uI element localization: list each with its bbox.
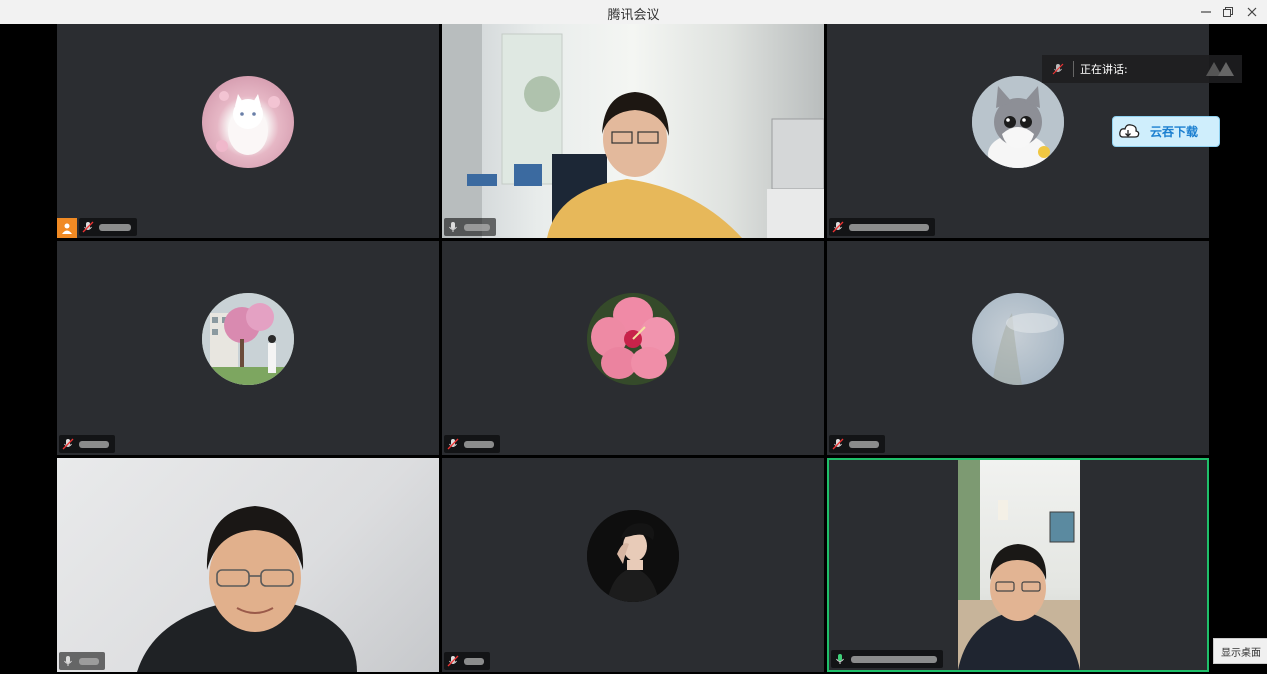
cloud-download-button[interactable]: 云吞下载 (1112, 116, 1220, 147)
mic-muted-icon (447, 438, 459, 450)
blurred-name (79, 657, 99, 665)
mic-muted-icon (447, 655, 459, 667)
video-frame (958, 460, 1080, 670)
minimize-button[interactable] (1196, 2, 1216, 22)
divider (1073, 61, 1074, 77)
participant-name-tag (829, 218, 935, 236)
speaking-label: 正在讲话: (1080, 63, 1128, 76)
participant-name-tag (59, 435, 115, 453)
sky-picture (992, 313, 1058, 385)
host-badge (57, 218, 77, 238)
mic-icon (64, 656, 72, 666)
participant-tile[interactable] (57, 24, 439, 238)
participant-video (958, 460, 1080, 670)
watermark-logo-icon (1206, 62, 1234, 76)
blurred-name (851, 655, 937, 663)
kitten-picture (972, 76, 1064, 168)
cloud-download-label: 云吞下载 (1150, 125, 1199, 139)
mic-icon (1052, 63, 1064, 75)
window-title: 腾讯会议 (607, 8, 660, 23)
video-frame (137, 506, 357, 672)
participant-name-tag (444, 218, 496, 236)
participant-tile[interactable] (827, 241, 1209, 455)
blurred-name (464, 657, 484, 665)
participant-tile[interactable] (57, 241, 439, 455)
mic-active-icon (836, 654, 844, 664)
participant-tile[interactable] (442, 458, 824, 672)
hibiscus-picture (587, 293, 679, 385)
person-icon (62, 223, 72, 234)
participant-avatar (972, 76, 1064, 168)
blurred-name (849, 223, 929, 231)
participant-video[interactable] (57, 458, 439, 672)
speaking-indicator: 正在讲话: (1042, 55, 1242, 83)
participant-name-tag (829, 435, 885, 453)
portrait-picture (587, 510, 679, 602)
participant-tile[interactable] (442, 241, 824, 455)
participant-avatar (202, 293, 294, 385)
blurred-name (849, 440, 879, 448)
restore-button[interactable] (1218, 2, 1238, 22)
blurred-name (99, 223, 131, 231)
blurred-name (464, 440, 494, 448)
title-bar: 腾讯会议 (0, 0, 1267, 24)
show-desktop-button[interactable]: 显示桌面 (1213, 638, 1267, 664)
participant-name-tag (444, 652, 490, 670)
participant-avatar (972, 293, 1064, 385)
mic-muted-icon (82, 221, 94, 233)
participant-avatar (202, 76, 294, 168)
active-speaker-tile[interactable] (827, 458, 1209, 672)
close-icon (1247, 7, 1257, 17)
mic-muted-icon (62, 438, 74, 450)
participant-avatar (587, 510, 679, 602)
cloud-download-icon (1119, 123, 1140, 138)
participant-name-tag (831, 650, 943, 668)
blurred-name (79, 440, 109, 448)
mic-muted-icon (832, 438, 844, 450)
participant-name-tag (79, 218, 137, 236)
video-frame (442, 24, 824, 238)
blurred-name (464, 223, 490, 231)
mic-muted-icon (832, 221, 844, 233)
restore-icon (1223, 7, 1233, 17)
participant-video[interactable] (442, 24, 824, 238)
participant-avatar (587, 293, 679, 385)
close-button[interactable] (1242, 2, 1262, 22)
minimize-icon (1201, 11, 1211, 13)
participant-name-tag (444, 435, 500, 453)
participant-name-tag (59, 652, 105, 670)
cat-picture (216, 91, 280, 155)
mic-icon (449, 222, 457, 232)
video-grid (57, 24, 1209, 672)
campus-picture (202, 293, 294, 385)
